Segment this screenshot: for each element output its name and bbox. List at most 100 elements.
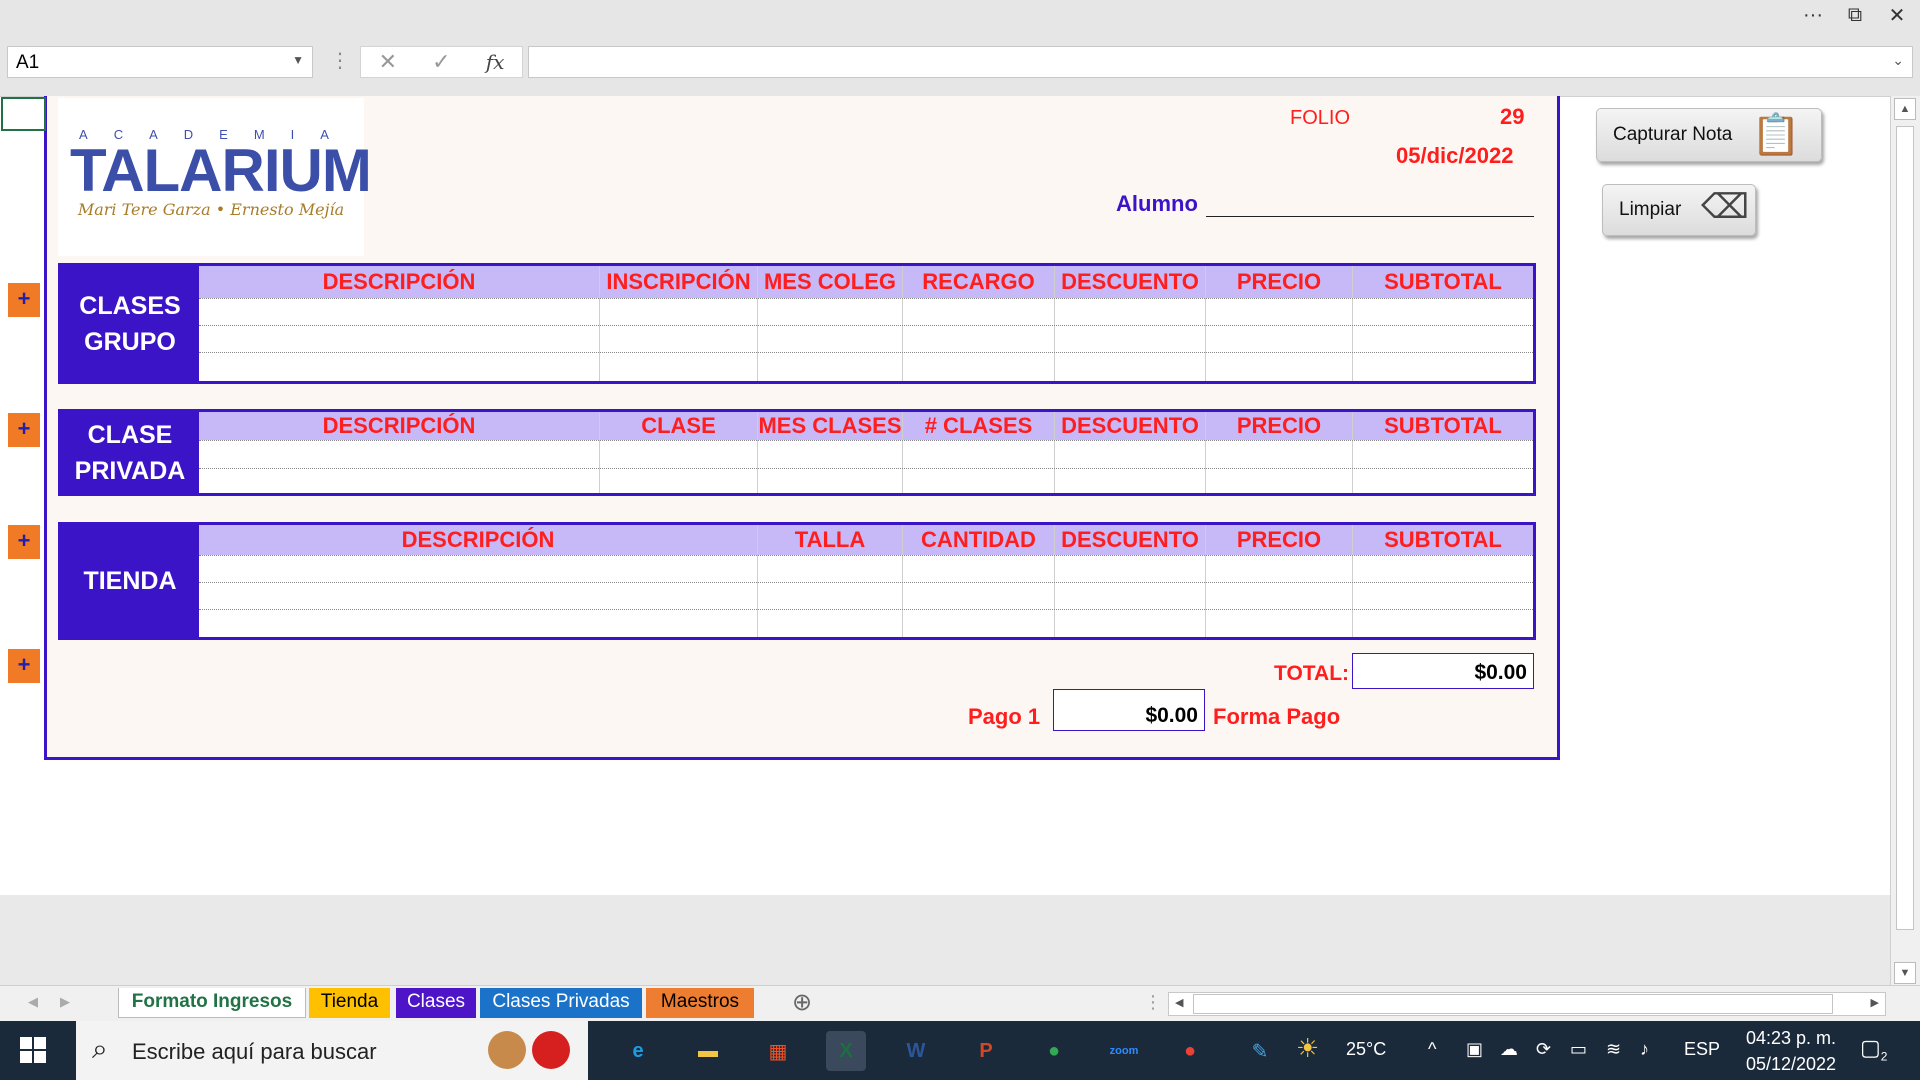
col-inscripcion[interactable]: INSCRIPCIÓN [600, 266, 758, 381]
wifi-icon[interactable]: ≋ [1606, 1039, 1621, 1060]
tray-overflow-icon[interactable]: ^ [1428, 1039, 1436, 1060]
table-row[interactable] [199, 298, 1533, 299]
sheet-tab-tienda[interactable]: Tienda [309, 988, 390, 1018]
excel-icon[interactable]: X [826, 1031, 866, 1071]
col-mes-clases[interactable]: MES CLASES [758, 412, 903, 493]
prev-sheet-icon[interactable]: ◀ [28, 994, 38, 1010]
ornament-icon[interactable] [532, 1031, 570, 1069]
scroll-down-icon[interactable]: ▼ [1894, 962, 1916, 984]
store-icon[interactable]: ▦ [758, 1031, 798, 1071]
add-grupo-row-button[interactable]: + [8, 283, 40, 317]
table-row[interactable] [199, 582, 1533, 583]
capturar-nota-button[interactable]: Capturar Nota 📋 [1596, 108, 1822, 162]
col-descripcion[interactable]: DESCRIPCIÓN [199, 412, 600, 493]
name-box-value: A1 [16, 52, 40, 73]
col-header: MES COLEG [763, 269, 896, 294]
active-cell-a1[interactable] [1, 97, 46, 131]
add-payment-row-button[interactable]: + [8, 649, 40, 683]
restore-window-icon[interactable]: ⧉ [1832, 0, 1878, 30]
powerpoint-icon[interactable]: P [966, 1031, 1006, 1071]
battery-icon[interactable]: ▭ [1570, 1039, 1587, 1060]
next-sheet-icon[interactable]: ▶ [60, 994, 70, 1010]
scroll-right-icon[interactable]: ▶ [1871, 996, 1879, 1009]
col-subtotal[interactable]: SUBTOTAL [1353, 266, 1533, 381]
col-descripcion[interactable]: DESCRIPCIÓN [199, 525, 758, 637]
table-row[interactable] [199, 352, 1533, 353]
col-subtotal[interactable]: SUBTOTAL [1353, 412, 1533, 493]
add-sheet-icon[interactable]: ⊕ [792, 988, 812, 1017]
horizontal-scrollbar[interactable]: ◀ ▶ [1168, 992, 1886, 1016]
total-value[interactable]: $0.00 [1352, 653, 1534, 689]
add-privada-row-button[interactable]: + [8, 413, 40, 447]
col-num-clases[interactable]: # CLASES [903, 412, 1055, 493]
scroll-left-icon[interactable]: ◀ [1175, 996, 1183, 1009]
col-descuento[interactable]: DESCUENTO [1055, 266, 1206, 381]
formula-input[interactable]: ⌄ [528, 46, 1913, 78]
pago-value[interactable]: $0.00 [1053, 689, 1205, 731]
notification-count: 2 [1880, 1049, 1888, 1064]
name-box[interactable]: A1 ▼ [7, 46, 313, 78]
volume-icon[interactable]: ♪ [1640, 1039, 1649, 1060]
gingerbread-icon[interactable] [488, 1031, 526, 1069]
windows-start-icon[interactable] [20, 1037, 46, 1063]
insert-function-icon[interactable]: fx [486, 50, 505, 74]
language-indicator[interactable]: ESP [1684, 1039, 1720, 1060]
taskbar-search-box[interactable]: ⌕ Escribe aquí para buscar [76, 1021, 588, 1080]
sync-icon[interactable]: ⟳ [1536, 1039, 1551, 1060]
onedrive-icon[interactable]: ☁ [1500, 1039, 1518, 1060]
col-precio[interactable]: PRECIO [1206, 525, 1353, 637]
chrome-icon[interactable]: ● [1034, 1031, 1074, 1071]
sheet-tab-maestros[interactable]: Maestros [646, 988, 754, 1018]
file-explorer-icon[interactable]: ▬ [688, 1031, 728, 1071]
sheet-tab-formato-ingresos[interactable]: Formato Ingresos [118, 988, 306, 1018]
taskbar-clock[interactable]: 04:23 p. m. 05/12/2022 [1736, 1025, 1846, 1077]
col-recargo[interactable]: RECARGO [903, 266, 1055, 381]
col-descripcion[interactable]: DESCRIPCIÓN [199, 266, 600, 381]
word-icon[interactable]: W [896, 1031, 936, 1071]
close-window-icon[interactable]: ✕ [1874, 0, 1920, 30]
chrome-profile-icon[interactable]: ● [1170, 1031, 1210, 1071]
col-descuento[interactable]: DESCUENTO [1055, 412, 1206, 493]
cancel-icon[interactable]: ✕ [379, 49, 397, 75]
scroll-up-icon[interactable]: ▲ [1894, 98, 1916, 120]
col-cantidad[interactable]: CANTIDAD [903, 525, 1055, 637]
sheet-tab-clases[interactable]: Clases [396, 988, 476, 1018]
col-precio[interactable]: PRECIO [1206, 412, 1353, 493]
tienda-title: TIENDA [61, 525, 199, 637]
limpiar-button[interactable]: Limpiar ⌫ [1602, 184, 1756, 236]
col-precio[interactable]: PRECIO [1206, 266, 1353, 381]
alumno-input-line[interactable] [1206, 216, 1534, 217]
col-descuento[interactable]: DESCUENTO [1055, 525, 1206, 637]
col-clase[interactable]: CLASE [600, 412, 758, 493]
notifications-icon[interactable]: ▢2 [1860, 1035, 1887, 1063]
add-tienda-row-button[interactable]: + [8, 525, 40, 559]
name-box-dropdown-icon[interactable]: ▼ [292, 53, 304, 67]
more-options-icon[interactable]: ··· [1790, 0, 1836, 30]
zoom-icon[interactable]: zoom [1104, 1031, 1144, 1071]
table-row[interactable] [199, 325, 1533, 326]
vertical-scroll-thumb[interactable] [1896, 126, 1914, 930]
date-value[interactable]: 05/dic/2022 [1396, 143, 1513, 169]
horizontal-scroll-thumb[interactable] [1193, 994, 1833, 1014]
col-talla[interactable]: TALLA [758, 525, 903, 637]
expand-formula-bar-icon[interactable]: ⌄ [1892, 52, 1904, 69]
formula-bar-grip-icon[interactable]: ⋮ [330, 48, 350, 73]
table-row[interactable] [199, 468, 1533, 469]
sheet-tab-clases-privadas[interactable]: Clases Privadas [480, 988, 642, 1018]
clase-privada-section: CLASE PRIVADA DESCRIPCIÓN CLASE MES CLASE… [58, 409, 1536, 496]
edge-icon[interactable]: e [618, 1031, 658, 1071]
table-row[interactable] [199, 609, 1533, 610]
tab-splitter-icon[interactable]: ⋮ [1144, 992, 1162, 1013]
search-icon: ⌕ [92, 1033, 108, 1064]
weather-icon[interactable]: ☀ [1296, 1033, 1319, 1064]
vertical-scrollbar[interactable]: ▲ ▼ [1890, 96, 1920, 986]
table-row[interactable] [199, 555, 1533, 556]
enter-icon[interactable]: ✓ [432, 49, 450, 75]
col-mes-coleg[interactable]: MES COLEG [758, 266, 903, 381]
paint-icon[interactable]: ✎ [1240, 1031, 1280, 1071]
weather-temp[interactable]: 25°C [1346, 1039, 1386, 1060]
meet-icon[interactable]: ▣ [1466, 1039, 1483, 1060]
table-row[interactable] [199, 440, 1533, 441]
col-subtotal[interactable]: SUBTOTAL [1353, 525, 1533, 637]
folio-value[interactable]: 29 [1500, 104, 1524, 130]
